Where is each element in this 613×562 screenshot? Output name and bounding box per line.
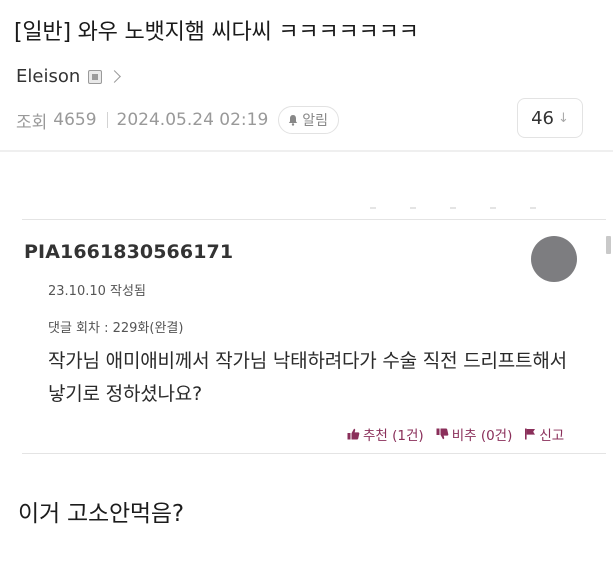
recommend-button[interactable]: 추천 (1건) bbox=[347, 424, 424, 444]
faint-divider bbox=[370, 207, 570, 209]
alarm-label: 알림 bbox=[302, 113, 329, 129]
not-recommend-label: 비추 (0건) bbox=[451, 428, 513, 444]
header-separator bbox=[0, 150, 613, 152]
comment-date: 23.10.10 작성됨 bbox=[48, 284, 146, 299]
comment-actions: 추천 (1건) 비추 (0건) 신고 bbox=[347, 424, 564, 444]
comment-count-button[interactable]: 46 ↓ bbox=[517, 98, 583, 138]
comment-card-top-border bbox=[22, 219, 606, 220]
views-label: 조회 bbox=[16, 112, 48, 133]
bell-icon bbox=[289, 115, 298, 126]
views-count: 4659 bbox=[53, 110, 97, 130]
report-button[interactable]: 신고 bbox=[524, 424, 564, 444]
meta-divider bbox=[106, 112, 108, 128]
alarm-button[interactable]: 알림 bbox=[278, 106, 340, 134]
scrollbar-thumb[interactable] bbox=[606, 236, 611, 254]
comment-count: 46 bbox=[531, 107, 554, 129]
thumbs-down-icon bbox=[436, 428, 449, 440]
report-label: 신고 bbox=[539, 428, 565, 444]
recommend-label: 추천 (1건) bbox=[363, 428, 424, 444]
post-datetime: 2024.05.24 02:19 bbox=[116, 110, 269, 130]
comment-username: PIA1661830566171 bbox=[24, 241, 234, 263]
chevron-right-icon[interactable] bbox=[108, 70, 122, 83]
author-name[interactable]: Eleison bbox=[16, 66, 80, 87]
post-body-text: 이거 고소안먹음? bbox=[18, 501, 184, 527]
thumbs-up-icon bbox=[347, 428, 360, 440]
comment-episode: 댓글 회차 : 229화(완결) bbox=[48, 321, 184, 336]
badge-icon bbox=[88, 69, 103, 84]
author-row[interactable]: Eleison bbox=[16, 66, 122, 87]
not-recommend-button[interactable]: 비추 (0건) bbox=[436, 424, 513, 444]
comment-body: 작가님 애미애비께서 작가님 낙태하려다가 수술 직전 드리프트해서 낳기로 정… bbox=[48, 350, 567, 405]
post-title: [일반] 와우 노뱃지햄 씨다씨 ㅋㅋㅋㅋㅋㅋㅋ bbox=[14, 20, 419, 45]
down-arrow-icon: ↓ bbox=[558, 110, 569, 126]
comment-card-bottom-border bbox=[22, 453, 606, 454]
avatar bbox=[531, 236, 577, 282]
post-meta: 조회 4659 2024.05.24 02:19 알림 bbox=[16, 106, 340, 134]
report-flag-icon bbox=[525, 428, 536, 440]
